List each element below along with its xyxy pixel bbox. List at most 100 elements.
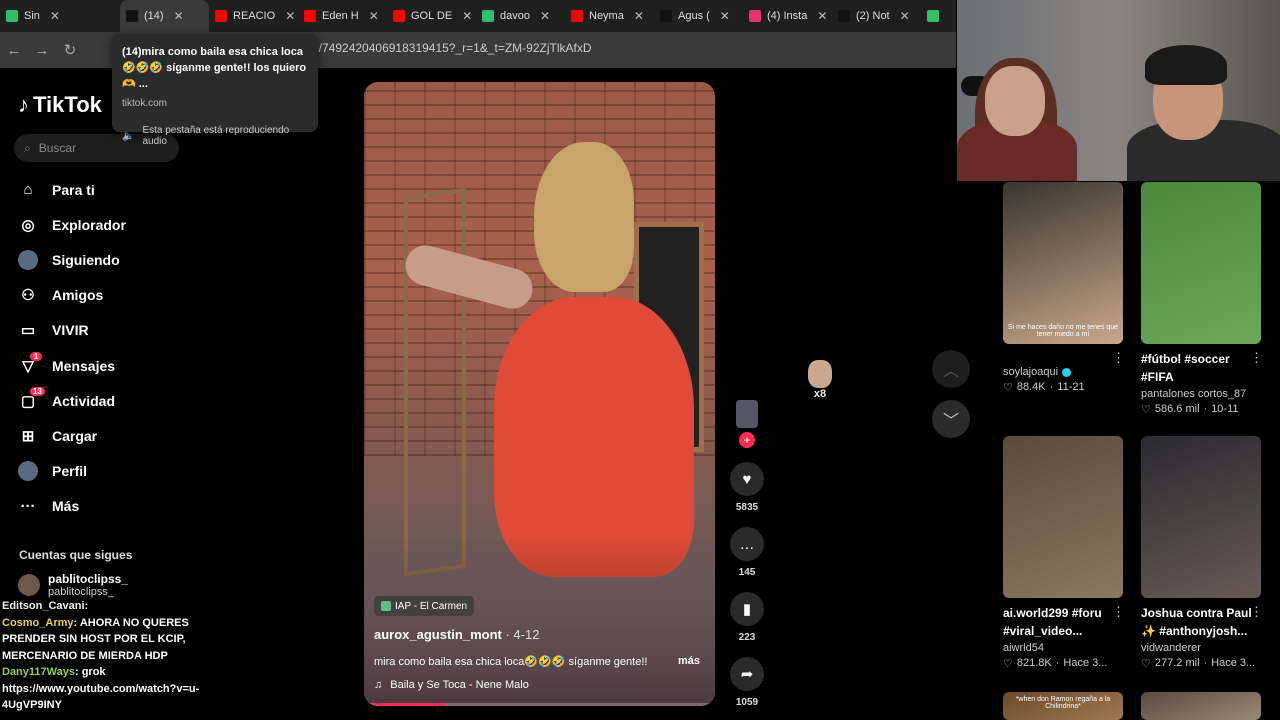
- more-options-icon[interactable]: ⋮: [1250, 604, 1263, 620]
- sidebar-item-label: Amigos: [52, 287, 104, 304]
- sidebar-item-label: Siguiendo: [52, 251, 120, 268]
- video-music[interactable]: ♫ Baila y Se Toca - Nene Malo: [374, 679, 529, 691]
- video-player[interactable]: IAP - El Carmen aurox_agustin_mont · 4-1…: [364, 82, 715, 706]
- browser-tab[interactable]: L: [921, 0, 943, 32]
- video-card[interactable]: #fútbol #soccer #FIFA pantalones cortos_8…: [1141, 182, 1263, 416]
- tab-favicon-icon: [927, 10, 939, 22]
- close-tab-icon[interactable]: ✕: [634, 9, 644, 23]
- back-icon[interactable]: ←: [0, 42, 28, 59]
- sidebar-item-more[interactable]: ··· Más: [18, 489, 126, 524]
- video-card-date: Hace 3...: [1211, 657, 1256, 669]
- close-tab-icon[interactable]: ✕: [50, 9, 60, 23]
- more-options-icon[interactable]: ⋮: [1112, 604, 1125, 620]
- video-author[interactable]: aurox_agustin_mont · 4-12: [374, 627, 539, 642]
- video-thumbnail[interactable]: [1141, 692, 1261, 720]
- browser-tab[interactable]: Neyma ✕: [565, 0, 654, 32]
- next-video-button[interactable]: ﹀: [932, 400, 970, 438]
- previous-video-button[interactable]: ︿: [932, 350, 970, 388]
- sidebar-item-compass[interactable]: ◎ Explorador: [18, 207, 125, 242]
- close-tab-icon[interactable]: ✕: [369, 9, 379, 23]
- like-action[interactable]: ♥ 5835: [730, 462, 764, 513]
- video-card[interactable]: ai.world299 #foru #viral_video... aiwrld5…: [1003, 436, 1125, 670]
- close-tab-icon[interactable]: ✕: [285, 9, 295, 23]
- chat-username: Dany117Ways: [2, 666, 75, 678]
- thumbnail-caption: Si me haces daño no me tenes que tener m…: [1007, 324, 1119, 338]
- save-action[interactable]: ▮ 223: [730, 592, 764, 643]
- video-card[interactable]: Si me haces daño no me tenes que tener m…: [1003, 182, 1125, 394]
- streamer-right-hair: [1145, 45, 1227, 85]
- location-tag[interactable]: IAP - El Carmen: [374, 596, 475, 616]
- sidebar-item-profile-avatar[interactable]: ● Perfil: [18, 454, 126, 489]
- video-card-author[interactable]: soylajoaqui: [1003, 366, 1123, 378]
- browser-tab[interactable]: Agus (✕: [654, 0, 743, 32]
- comment-icon[interactable]: …: [730, 527, 764, 561]
- video-card[interactable]: Joshua contra Paul ✨ #anthonyjosh... vidw…: [1141, 436, 1263, 670]
- video-card-title[interactable]: ai.world299 #foru #viral_video...: [1003, 604, 1123, 640]
- tooltip-audio: 🔈 Esta pestaña está reproduciendo audio: [122, 125, 308, 147]
- close-tab-icon[interactable]: ✕: [462, 9, 472, 23]
- video-thumbnail[interactable]: Si me haces daño no me tenes que tener m…: [1003, 182, 1123, 344]
- share-action[interactable]: ➦ 1059: [730, 657, 764, 708]
- sidebar-item-following-avatar[interactable]: ● Siguiendo: [18, 242, 126, 277]
- video-thumbnail[interactable]: [1141, 182, 1261, 344]
- video-card-date: Hace 3...: [1063, 657, 1108, 669]
- close-tab-icon[interactable]: ✕: [817, 9, 827, 23]
- video-card-author[interactable]: vidwanderer: [1141, 642, 1261, 654]
- close-tab-icon[interactable]: ✕: [540, 9, 550, 23]
- sidebar-item-activity[interactable]: ▢ 13 Actividad: [18, 383, 126, 418]
- video-thumbnail[interactable]: [1003, 436, 1123, 598]
- browser-tab[interactable]: (2) Not ✕: [832, 0, 921, 32]
- bookmark-icon[interactable]: ▮: [730, 592, 764, 626]
- browser-tab[interactable]: REACIO ✕: [209, 0, 298, 32]
- sidebar-item-live[interactable]: ▭ VIVIR: [18, 313, 126, 348]
- more-button[interactable]: más: [678, 655, 700, 667]
- forward-icon[interactable]: →: [28, 42, 56, 59]
- sidebar-item-friends[interactable]: ⚇ Amigos: [18, 278, 126, 313]
- video-thumbnail[interactable]: [1141, 436, 1261, 598]
- share-icon[interactable]: ➦: [730, 657, 764, 691]
- more-options-icon[interactable]: ⋮: [1250, 350, 1263, 366]
- tab-favicon-icon: [660, 10, 672, 22]
- follow-plus-icon[interactable]: +: [739, 432, 755, 448]
- following-account-item[interactable]: pablitoclipss_ pablitoclipss_: [18, 572, 128, 598]
- browser-tab[interactable]: (4) Insta ✕: [743, 0, 832, 32]
- video-author-name: aurox_agustin_mont: [374, 627, 502, 642]
- video-card-author-name: pantalones cortos_87: [1141, 388, 1247, 400]
- stream-chat-overlay: Editson_Cavani: Cosmo_Army: AHORA NO QUE…: [2, 598, 212, 714]
- video-card-title[interactable]: #fútbol #soccer #FIFA: [1141, 350, 1261, 386]
- browser-tab[interactable]: (14) ✕: [120, 0, 209, 32]
- notification-badge: 1: [30, 351, 42, 361]
- tab-label: REACIO: [233, 10, 276, 22]
- heart-icon[interactable]: ♥: [730, 462, 764, 496]
- video-thumbnail[interactable]: *when don Ramon regaña a la Chilindrina*: [1003, 692, 1123, 720]
- sidebar-item-home[interactable]: ⌂ Para ti: [18, 172, 126, 207]
- reload-icon[interactable]: ↻: [56, 41, 84, 59]
- close-tab-icon[interactable]: ✕: [900, 9, 910, 23]
- browser-tab[interactable]: Sin ✕: [0, 0, 120, 32]
- tiktok-logo[interactable]: ♪ TikTok: [18, 92, 102, 118]
- video-card-title[interactable]: Joshua contra Paul ✨ #anthonyjosh...: [1141, 604, 1261, 640]
- browser-tab[interactable]: Eden H ✕: [298, 0, 387, 32]
- creator-avatar[interactable]: [736, 400, 758, 428]
- comment-action[interactable]: … 145: [730, 527, 764, 578]
- separator: ·: [1203, 657, 1208, 669]
- close-tab-icon[interactable]: ✕: [720, 9, 730, 23]
- browser-tab[interactable]: davoo ✕: [476, 0, 565, 32]
- tab-favicon-icon: [6, 10, 18, 22]
- sidebar-item-upload[interactable]: ⊞ Cargar: [18, 418, 126, 453]
- video-card-author[interactable]: aiwrld54: [1003, 642, 1123, 654]
- sidebar-item-messages[interactable]: ▽ 1 Mensajes: [18, 348, 126, 383]
- sidebar-item-label: VIVIR: [52, 322, 89, 339]
- video-card-author-name: soylajoaqui: [1003, 366, 1059, 378]
- more-options-icon[interactable]: ⋮: [1112, 350, 1125, 366]
- chevron-down-icon: ﹀: [942, 413, 959, 430]
- music-note-icon: ♫: [374, 679, 383, 691]
- video-progress-bar[interactable]: [364, 703, 715, 706]
- url-field[interactable]: o/7492420406918319415?_r=1&_t=ZM-92ZjTlk…: [312, 41, 592, 55]
- browser-tab[interactable]: GOL DE ✕: [387, 0, 476, 32]
- close-tab-icon[interactable]: ✕: [174, 9, 184, 23]
- video-card-views: 586.6 mil: [1154, 403, 1200, 415]
- following-account-name: pablitoclipss_: [48, 572, 129, 586]
- video-card-author-name: vidwanderer: [1141, 642, 1201, 654]
- video-card-author[interactable]: pantalones cortos_87: [1141, 388, 1261, 400]
